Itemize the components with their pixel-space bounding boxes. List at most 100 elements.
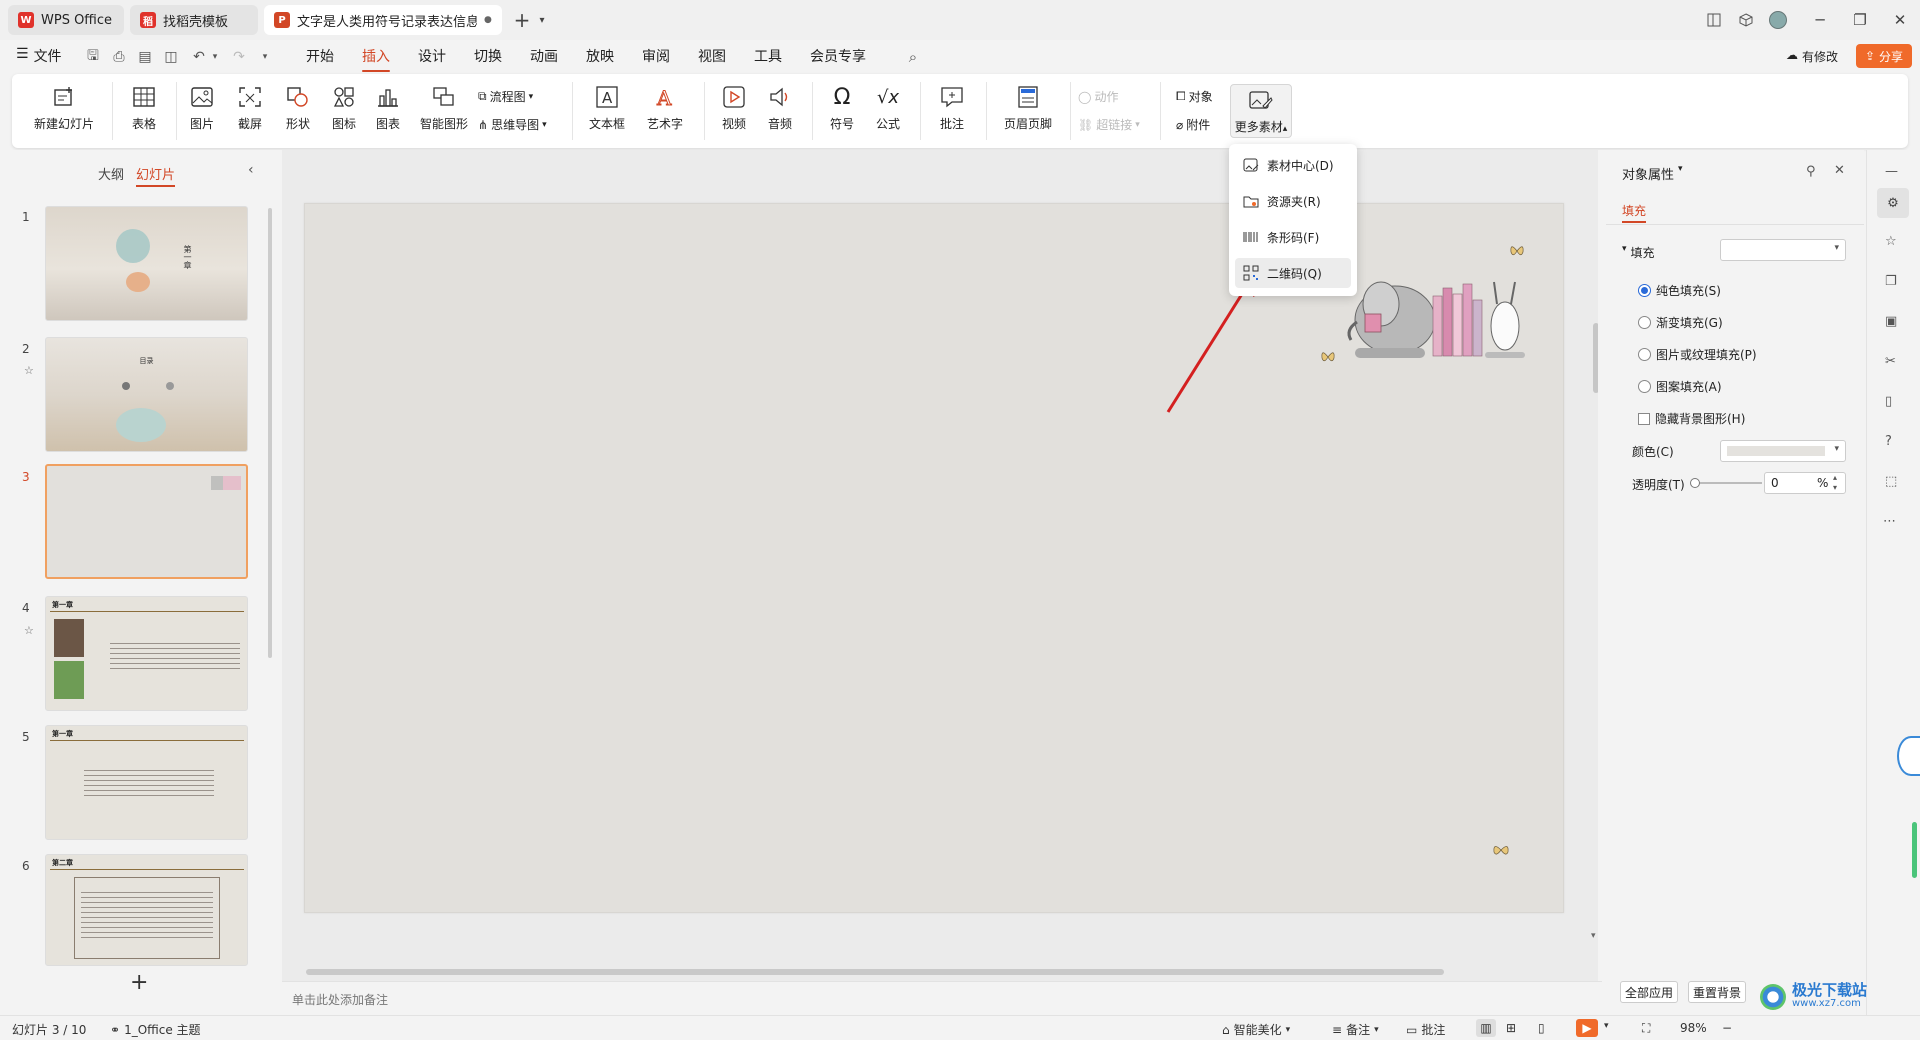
fill-type-select[interactable]: ▾	[1720, 239, 1846, 261]
user-avatar[interactable]	[1766, 8, 1790, 32]
symbol-button[interactable]: Ω 符号	[822, 84, 862, 132]
slide-thumb-2[interactable]: 目录	[45, 337, 248, 452]
fill-section-header[interactable]: ▾ 填充	[1622, 244, 1655, 261]
minimize-icon[interactable]: ─	[1808, 8, 1832, 32]
tab-list-chevron-icon[interactable]: ▾	[530, 8, 554, 32]
comments-toggle[interactable]: ▭ 批注	[1406, 1021, 1445, 1038]
print-preview-icon[interactable]: ◫	[162, 48, 180, 66]
play-slideshow-button[interactable]: ▶	[1576, 1019, 1598, 1037]
collapse-panel-icon[interactable]: ‹	[248, 162, 254, 178]
export-icon[interactable]: ⎙	[110, 48, 128, 66]
wordart-button[interactable]: A 艺术字	[640, 84, 690, 132]
more-material-button[interactable]: 更多素材▴	[1230, 84, 1292, 138]
slide-thumb-3[interactable]	[45, 464, 248, 579]
panel-scrollbar[interactable]	[268, 208, 272, 658]
add-slide-button[interactable]: +	[130, 970, 148, 995]
pending-changes[interactable]: ☁ 有修改	[1786, 48, 1838, 65]
tab-fill[interactable]: 填充	[1622, 202, 1647, 223]
menu-transition[interactable]: 切换	[474, 46, 502, 66]
print-icon[interactable]: ▤	[136, 48, 154, 66]
screenshot-button[interactable]: 截屏	[230, 84, 270, 132]
spinner-icon[interactable]: ▴ ▾	[1833, 473, 1837, 493]
slide-canvas[interactable]	[304, 203, 1564, 913]
chevron-down-icon[interactable]: ▾	[1604, 1021, 1609, 1031]
menu-item-qrcode[interactable]: 二维码(Q)	[1235, 258, 1351, 288]
action-button[interactable]: ◯ 动作	[1078, 88, 1118, 105]
zoom-level[interactable]: 98%	[1680, 1021, 1707, 1035]
tools-icon[interactable]: ✂	[1885, 354, 1896, 369]
comment-button[interactable]: 批注	[932, 84, 972, 132]
menu-home[interactable]: 开始	[306, 46, 334, 66]
close-icon[interactable]: ✕	[1888, 8, 1912, 32]
hyperlink-button[interactable]: ⛓ 超链接 ▾	[1078, 116, 1140, 133]
assistant-icon[interactable]	[1897, 736, 1920, 776]
radio-picture-fill[interactable]: 图片或纹理填充(P)	[1638, 346, 1757, 363]
mindmap-button[interactable]: ⋔ 思维导图 ▾	[478, 116, 547, 133]
menu-design[interactable]: 设计	[418, 46, 446, 66]
audio-button[interactable]: 音频	[760, 84, 800, 132]
transparency-slider[interactable]	[1690, 478, 1762, 488]
transform-icon[interactable]: ⬚	[1885, 474, 1897, 489]
star-icon[interactable]: ☆	[24, 624, 34, 637]
notes-pane[interactable]: 单击此处添加备注	[282, 981, 1602, 1015]
radio-button[interactable]	[1638, 348, 1651, 361]
table-button[interactable]: 表格	[124, 84, 164, 132]
panel-title[interactable]: 对象属性 ▾	[1622, 164, 1683, 183]
horizontal-scrollbar[interactable]	[290, 968, 1580, 976]
book-icon[interactable]: ▯	[1885, 394, 1892, 409]
theme-indicator[interactable]: ⚭ 1_Office 主题	[110, 1021, 201, 1038]
copy-icon[interactable]: ❐	[1885, 274, 1897, 289]
minimize-panel-icon[interactable]: —	[1885, 164, 1898, 179]
slide-thumb-6[interactable]: 第二章	[45, 854, 248, 966]
layout-icon[interactable]	[1702, 8, 1726, 32]
tab-document[interactable]: P 文字是人类用符号记录表达信息以 ●	[264, 5, 502, 35]
icon-button[interactable]: 图标	[328, 84, 360, 132]
menu-item-material-center[interactable]: 素材中心(D)	[1235, 150, 1351, 180]
pin-icon[interactable]: ⚲	[1806, 164, 1816, 179]
help-icon[interactable]: ?	[1885, 434, 1892, 449]
redo-icon[interactable]: ↷	[230, 48, 248, 66]
close-panel-icon[interactable]: ✕	[1834, 163, 1845, 178]
transparency-input[interactable]: 0 % ▴ ▾	[1764, 472, 1846, 494]
menu-item-barcode[interactable]: 条形码(F)	[1235, 222, 1351, 252]
apply-all-button[interactable]: 全部应用	[1620, 981, 1678, 1003]
radio-gradient-fill[interactable]: 渐变填充(G)	[1638, 314, 1723, 331]
image-edit-icon[interactable]: ▣	[1885, 314, 1897, 329]
menu-insert[interactable]: 插入	[362, 46, 390, 72]
menu-tools[interactable]: 工具	[754, 46, 782, 66]
menu-view[interactable]: 视图	[698, 46, 726, 66]
notes-toggle[interactable]: ≡ 备注 ▾	[1332, 1021, 1379, 1038]
header-footer-button[interactable]: 页眉页脚	[996, 84, 1060, 132]
menu-member[interactable]: 会员专享	[810, 46, 866, 66]
attachment-button[interactable]: ⌀ 附件	[1176, 116, 1210, 133]
reading-view-icon[interactable]: ▯	[1538, 1021, 1545, 1035]
video-button[interactable]: 视频	[714, 84, 754, 132]
smart-beautify-button[interactable]: ⌂ 智能美化 ▾	[1222, 1021, 1290, 1038]
picture-button[interactable]: 图片	[182, 84, 222, 132]
star-icon[interactable]: ☆	[1885, 234, 1897, 249]
restore-icon[interactable]: ❐	[1848, 8, 1872, 32]
slide-thumb-5[interactable]: 第一章	[45, 725, 248, 840]
menu-review[interactable]: 审阅	[642, 46, 670, 66]
save-icon[interactable]: 🖫	[84, 48, 102, 66]
radio-button[interactable]	[1638, 316, 1651, 329]
textbox-button[interactable]: A 文本框	[582, 84, 632, 132]
scroll-thumb[interactable]	[306, 969, 1444, 975]
checkbox[interactable]	[1638, 412, 1650, 425]
chart-button[interactable]: 图表	[372, 84, 404, 132]
hide-background-checkbox[interactable]: 隐藏背景图形(H)	[1638, 410, 1745, 427]
cube-icon[interactable]	[1734, 8, 1758, 32]
reset-background-button[interactable]: 重置背景	[1688, 981, 1746, 1003]
normal-view-icon[interactable]: ▥	[1476, 1019, 1496, 1037]
scroll-down-icon[interactable]: ▾	[1591, 931, 1596, 941]
tab-template[interactable]: 稻 找稻壳模板	[130, 5, 258, 35]
zoom-out-icon[interactable]: −	[1722, 1021, 1732, 1035]
slide-thumb-1[interactable]: 第一章	[45, 206, 248, 321]
radio-button[interactable]	[1638, 284, 1651, 297]
sorter-view-icon[interactable]: ⊞	[1506, 1021, 1516, 1035]
share-button[interactable]: ⇪ 分享	[1856, 44, 1912, 68]
color-select[interactable]: ▾	[1720, 440, 1846, 462]
formula-button[interactable]: √x 公式	[868, 84, 908, 132]
smart-shape-button[interactable]: 智能图形	[416, 84, 472, 132]
tab-slides[interactable]: 幻灯片	[136, 164, 176, 187]
